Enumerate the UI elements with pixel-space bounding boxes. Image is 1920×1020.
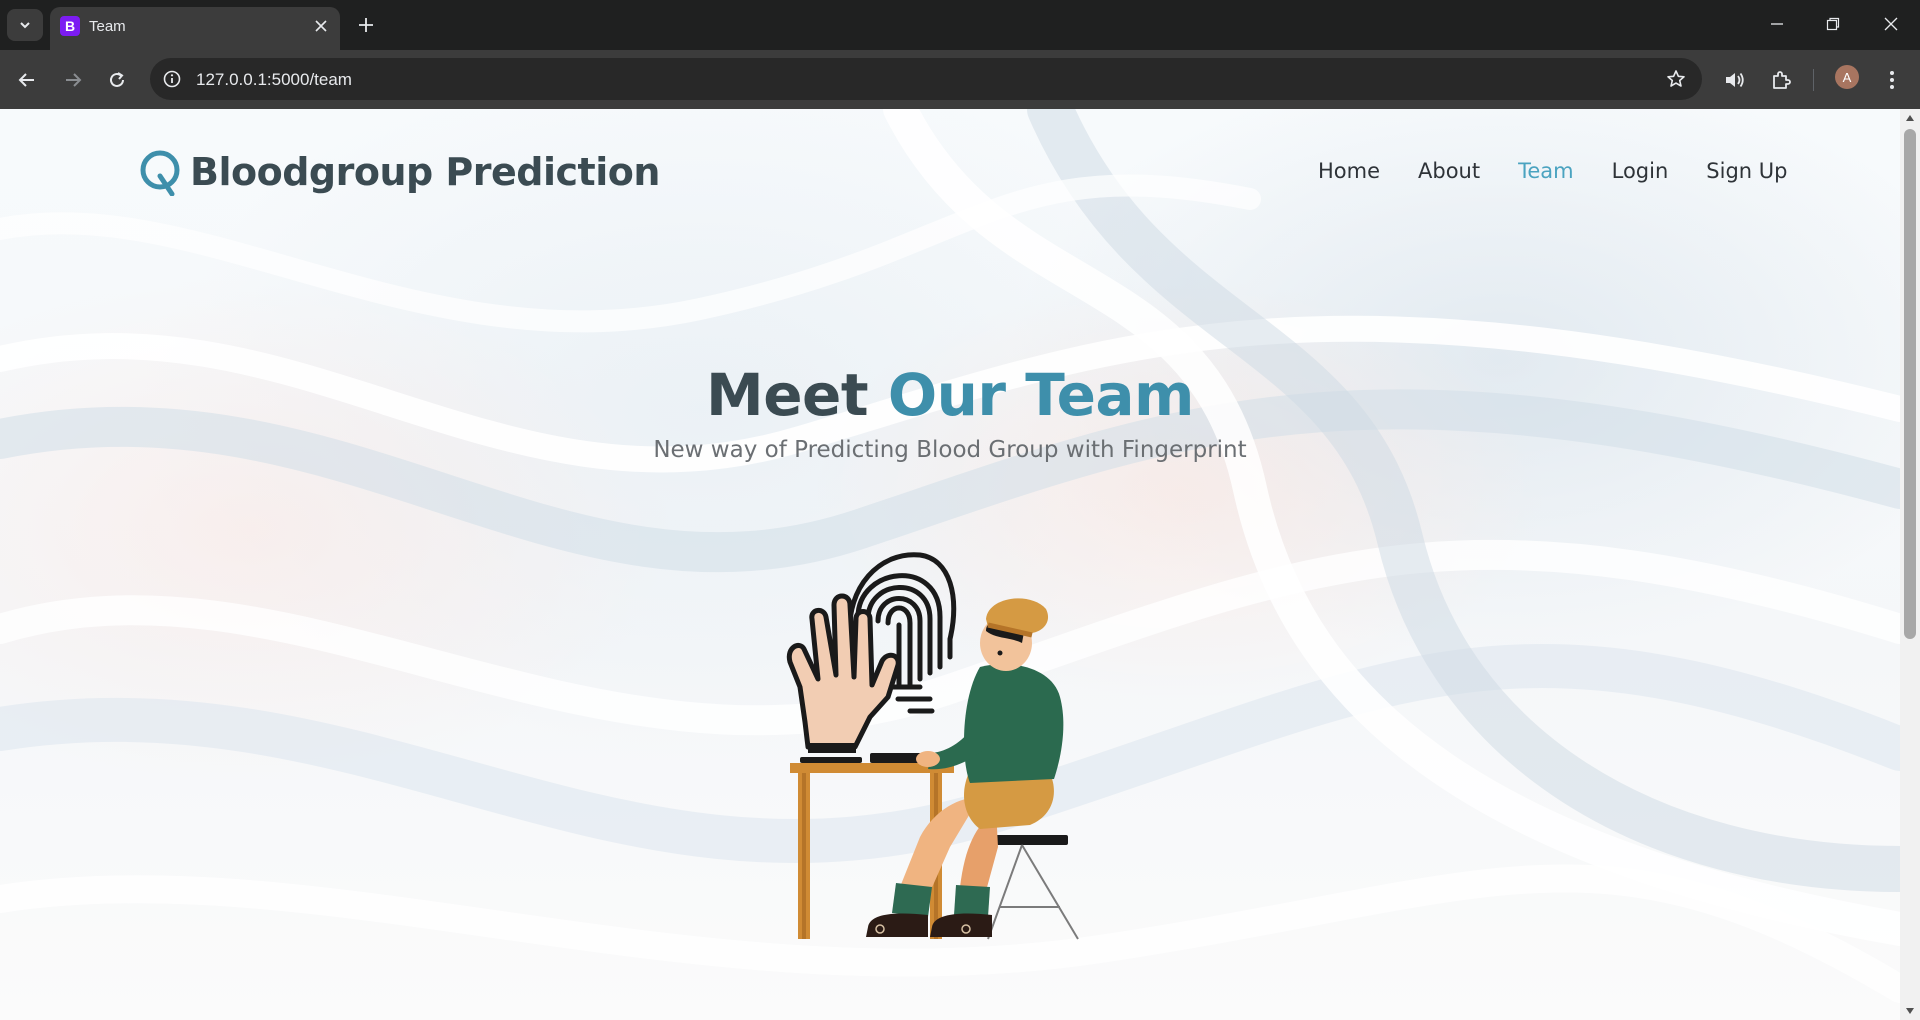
hero-title-accent: Our Team — [887, 361, 1195, 429]
reload-icon — [110, 72, 124, 87]
extensions-icon — [1773, 71, 1791, 89]
minimize-icon — [1771, 23, 1783, 25]
media-button[interactable] — [1719, 64, 1751, 96]
hero-subtitle: New way of Predicting Blood Group with F… — [653, 437, 1247, 463]
nav-link-login[interactable]: Login — [1612, 159, 1669, 183]
close-icon — [1884, 17, 1898, 31]
site-info-button[interactable] — [160, 67, 184, 91]
speaker-icon — [1726, 72, 1744, 88]
triangle-up-icon — [1906, 115, 1914, 121]
hero-title-part1: Meet — [706, 361, 869, 429]
new-tab-button[interactable] — [352, 11, 380, 39]
bookmark-button[interactable] — [1664, 67, 1688, 91]
chevron-down-icon — [20, 22, 30, 29]
page-scrollbar[interactable] — [1900, 109, 1920, 1020]
hero-illustration — [786, 552, 1079, 940]
tab-close-button[interactable] — [312, 17, 330, 35]
reload-button[interactable] — [101, 64, 133, 96]
address-bar[interactable]: 127.0.0.1:5000/team — [150, 58, 1702, 100]
close-icon — [315, 20, 327, 32]
browser-toolbar: 127.0.0.1:5000/team — [0, 50, 1920, 109]
back-icon — [18, 73, 34, 87]
hand-icon — [786, 593, 901, 763]
brand-logo-icon — [140, 150, 180, 196]
scrollbar-thumb[interactable] — [1904, 129, 1916, 639]
toolbar-separator — [1813, 69, 1814, 91]
nav-link-team[interactable]: Team — [1518, 159, 1574, 183]
tab-search-button[interactable] — [7, 9, 43, 41]
scroll-down-button[interactable] — [1905, 1006, 1915, 1016]
page-viewport: Bloodgroup Prediction Home About Team Lo… — [0, 109, 1900, 1020]
nav-link-about[interactable]: About — [1418, 159, 1480, 183]
browser-menu-button[interactable] — [1876, 64, 1908, 96]
extensions-button[interactable] — [1765, 64, 1797, 96]
hero-title: Meet Our Team — [0, 361, 1900, 429]
site-nav: Home About Team Login Sign Up — [1318, 159, 1787, 183]
kebab-menu-icon — [1890, 71, 1894, 89]
scroll-up-button[interactable] — [1905, 113, 1915, 123]
site-brand-link[interactable]: Bloodgroup Prediction — [138, 147, 660, 197]
forward-icon — [66, 73, 82, 87]
forward-button[interactable] — [57, 64, 89, 96]
close-window-button[interactable] — [1868, 8, 1914, 40]
star-icon — [1667, 70, 1685, 87]
tab-title: Team — [89, 18, 126, 35]
nav-link-signup[interactable]: Sign Up — [1706, 159, 1787, 183]
profile-avatar[interactable]: A — [1835, 65, 1859, 89]
browser-tab-active[interactable]: B Team — [50, 7, 340, 50]
back-button[interactable] — [11, 64, 43, 96]
plus-icon — [359, 18, 373, 32]
minimize-button[interactable] — [1754, 8, 1800, 40]
restore-button[interactable] — [1810, 8, 1856, 40]
tab-favicon-icon: B — [60, 16, 80, 36]
triangle-down-icon — [1906, 1008, 1914, 1014]
restore-icon — [1826, 17, 1840, 31]
site-brand-name: Bloodgroup Prediction — [190, 150, 660, 194]
nav-link-home[interactable]: Home — [1318, 159, 1380, 183]
url-text: 127.0.0.1:5000/team — [196, 70, 352, 89]
browser-tabbar: B Team — [0, 0, 1920, 50]
info-icon — [163, 70, 181, 88]
